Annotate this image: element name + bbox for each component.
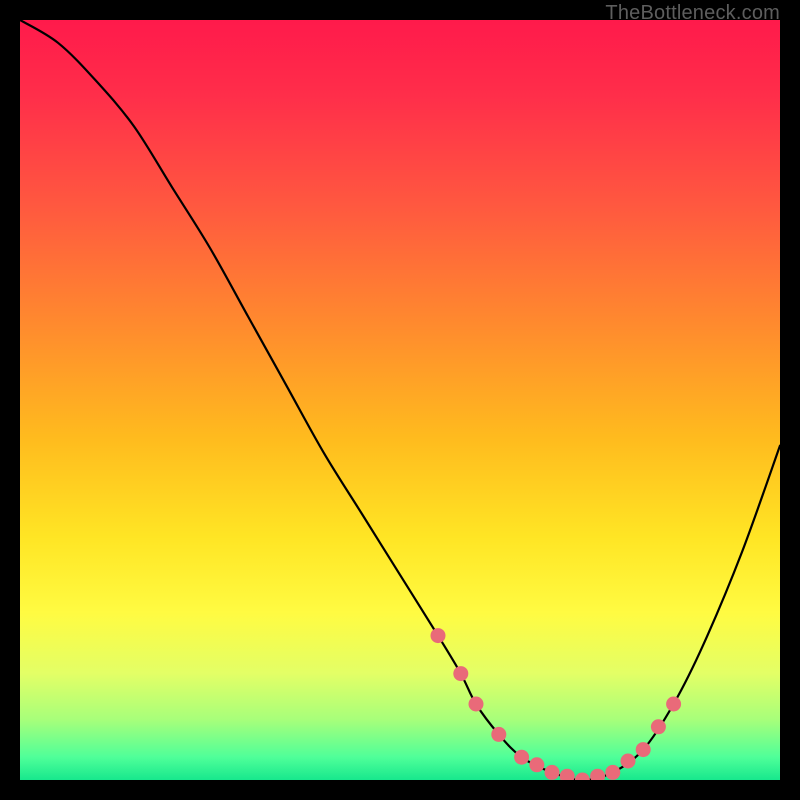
data-marker — [514, 750, 529, 765]
bottleneck-chart — [20, 20, 780, 780]
data-marker — [529, 757, 544, 772]
watermark-text: TheBottleneck.com — [605, 2, 780, 25]
data-marker — [469, 697, 484, 712]
data-marker — [605, 765, 620, 780]
data-marker — [636, 742, 651, 757]
data-marker — [491, 727, 506, 742]
data-marker — [545, 765, 560, 780]
data-marker — [453, 666, 468, 681]
chart-background-gradient — [20, 20, 780, 780]
data-marker — [666, 697, 681, 712]
data-marker — [431, 628, 446, 643]
data-marker — [651, 719, 666, 734]
data-marker — [621, 754, 636, 769]
chart-frame — [20, 20, 780, 780]
